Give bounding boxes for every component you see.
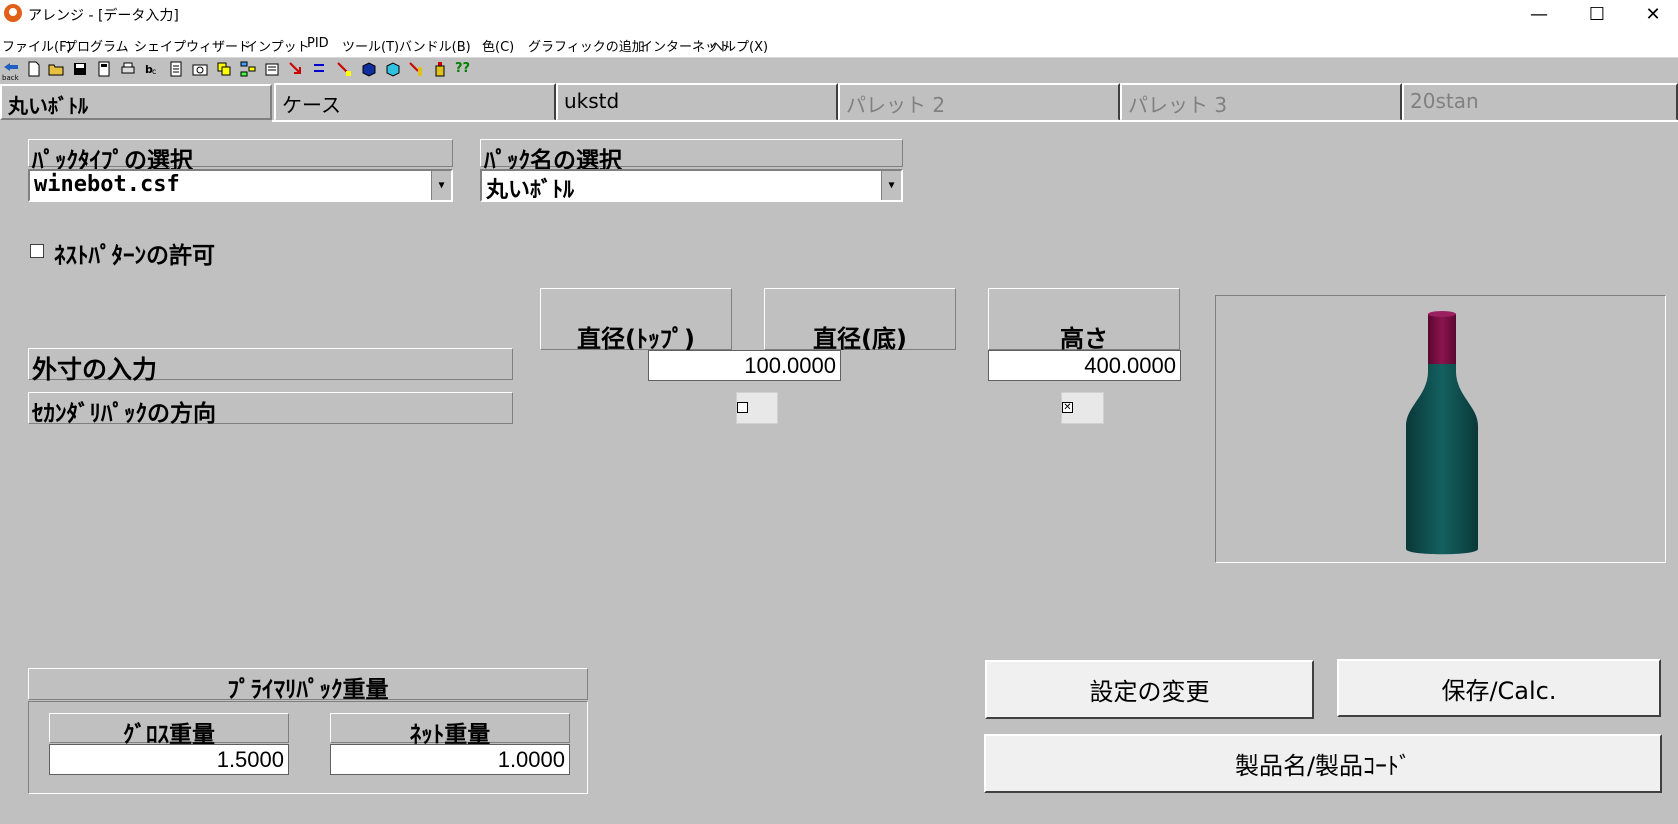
diameter-orientation-box bbox=[736, 392, 778, 424]
svg-text:c: c bbox=[152, 67, 156, 76]
chevron-down-icon[interactable]: ▼ bbox=[431, 171, 451, 200]
app-icon bbox=[4, 4, 22, 22]
tab-pallet-3: パレット 3 bbox=[1120, 83, 1402, 121]
bottle-icon bbox=[1406, 311, 1478, 555]
nest-pattern-checkbox[interactable] bbox=[30, 244, 44, 258]
nest-pattern-label: ﾈｽﾄﾊﾟﾀｰﾝの許可 bbox=[54, 243, 215, 269]
net-weight-label: ﾈｯﾄ重量 bbox=[330, 713, 570, 748]
col-header-height: 高さ bbox=[988, 288, 1180, 353]
menu-add-graphics[interactable]: グラフィックの追加 bbox=[528, 36, 645, 55]
arrows2-icon[interactable] bbox=[312, 61, 328, 77]
window-title: アレンジ - [データ入力] bbox=[28, 8, 179, 24]
pack-name-select[interactable]: 丸いﾎﾞﾄﾙ ▼ bbox=[480, 169, 903, 203]
menu-pid[interactable]: PID bbox=[307, 36, 329, 51]
cube-blue-icon[interactable] bbox=[360, 61, 376, 77]
gross-weight-label: ｸﾞﾛｽ重量 bbox=[49, 713, 289, 748]
copy-icon[interactable] bbox=[216, 61, 232, 77]
height-input[interactable]: 400.0000 bbox=[988, 350, 1181, 381]
hierarchy-icon[interactable] bbox=[240, 61, 256, 77]
tab-pallet-2: パレット 2 bbox=[838, 83, 1120, 121]
outer-dimensions-label: 外寸の入力 bbox=[28, 348, 513, 384]
diameter-input[interactable]: 100.0000 bbox=[648, 350, 841, 381]
toolbar: back bc ?? bbox=[0, 58, 1678, 82]
gross-weight-input[interactable]: 1.5000 bbox=[49, 744, 289, 775]
menu-file[interactable]: ファイル(F) bbox=[2, 36, 72, 55]
col-header-bottom-diameter: 直径(底) bbox=[764, 288, 956, 353]
svg-text:back: back bbox=[2, 74, 20, 81]
menu-bar: ファイル(F) プログラム シェイプウィザード インプット PID ツール(T)… bbox=[0, 30, 1678, 58]
cube-cyan-icon[interactable] bbox=[384, 61, 400, 77]
help-icon[interactable]: ?? bbox=[455, 61, 477, 77]
maximize-button[interactable]: ☐ bbox=[1570, 0, 1624, 28]
text-icon[interactable]: bc bbox=[144, 61, 160, 77]
col-header-top-diameter: 直径(ﾄｯﾌﾟ) bbox=[540, 288, 732, 353]
minimize-button[interactable]: — bbox=[1512, 0, 1566, 28]
menu-tools[interactable]: ツール(T) bbox=[342, 36, 399, 55]
height-orientation-box: ✕ bbox=[1061, 392, 1104, 424]
bottle-preview bbox=[1215, 295, 1666, 563]
menu-input[interactable]: インプット bbox=[245, 36, 310, 55]
tab-case[interactable]: ケース bbox=[274, 83, 556, 121]
primary-pack-weight-label: ﾌﾟﾗｲﾏﾘﾊﾟｯｸ重量 bbox=[28, 668, 588, 703]
title-bar: アレンジ - [データ入力] — ☐ ✕ bbox=[0, 0, 1678, 30]
pack-name-value: 丸いﾎﾞﾄﾙ bbox=[486, 178, 575, 203]
pack-name-label: ﾊﾟｯｸ名の選択 bbox=[480, 139, 903, 174]
menu-color[interactable]: 色(C) bbox=[482, 36, 514, 55]
document-icon[interactable] bbox=[168, 61, 184, 77]
menu-program[interactable]: プログラム bbox=[64, 36, 129, 55]
net-weight-input[interactable]: 1.0000 bbox=[330, 744, 570, 775]
arrows-icon[interactable] bbox=[288, 61, 304, 77]
menu-bundle[interactable]: バンドル(B) bbox=[399, 36, 471, 55]
menu-shape-wizard[interactable]: シェイプウィザード bbox=[134, 36, 251, 55]
back-button[interactable]: back bbox=[2, 61, 20, 82]
diameter-orientation-checkbox[interactable] bbox=[737, 402, 748, 413]
print-icon[interactable] bbox=[120, 61, 136, 77]
new-file-icon[interactable] bbox=[26, 61, 42, 77]
tab-20stan: 20stan bbox=[1402, 83, 1678, 121]
bottle-icon[interactable] bbox=[432, 61, 448, 77]
change-settings-button[interactable]: 設定の変更 bbox=[985, 660, 1314, 719]
product-name-code-button[interactable]: 製品名/製品ｺｰﾄﾞ bbox=[984, 734, 1662, 793]
chevron-down-icon[interactable]: ▼ bbox=[881, 171, 901, 200]
height-orientation-checkbox[interactable]: ✕ bbox=[1062, 402, 1073, 413]
calculator-icon[interactable] bbox=[96, 61, 112, 77]
bottle-tools-icon[interactable] bbox=[408, 61, 424, 77]
tab-divider bbox=[272, 120, 1678, 122]
save-icon[interactable] bbox=[72, 61, 88, 77]
camera-icon[interactable] bbox=[192, 61, 208, 77]
pack-type-label: ﾊﾟｯｸﾀｲﾌﾟの選択 bbox=[28, 139, 453, 174]
settings-icon[interactable] bbox=[264, 61, 280, 77]
close-button[interactable]: ✕ bbox=[1626, 0, 1678, 28]
pack-type-value: winebot.csf bbox=[34, 172, 180, 197]
open-folder-icon[interactable] bbox=[48, 61, 64, 77]
arrows3-icon[interactable] bbox=[336, 61, 352, 77]
save-calc-button[interactable]: 保存/Calc. bbox=[1337, 659, 1661, 717]
pack-type-select[interactable]: winebot.csf ▼ bbox=[28, 169, 453, 202]
tab-ukstd[interactable]: ukstd bbox=[556, 83, 838, 121]
secondary-pack-orientation-label: ｾｶﾝﾀﾞﾘﾊﾟｯｸの方向 bbox=[28, 392, 513, 427]
menu-help[interactable]: ヘルプ(X) bbox=[710, 36, 768, 55]
tab-round-bottle[interactable]: 丸いﾎﾞﾄﾙ bbox=[0, 84, 272, 120]
